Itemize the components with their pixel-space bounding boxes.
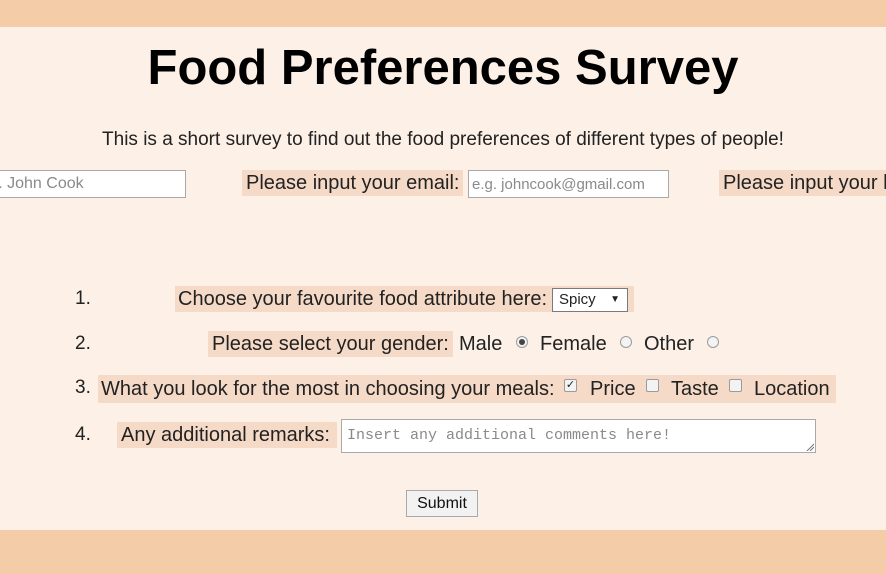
remarks-wrapper	[341, 419, 816, 453]
submit-button[interactable]: Submit	[406, 490, 478, 517]
food-attribute-select[interactable]: Spicy ▼	[552, 288, 628, 312]
checkbox-taste[interactable]	[646, 379, 659, 392]
third-field-label: Please input your h	[719, 170, 886, 196]
question-1-label: Choose your favourite food attribute her…	[178, 288, 548, 310]
email-label: Please input your email:	[242, 170, 464, 196]
gender-radio-male[interactable]	[516, 336, 528, 348]
question-4-label: Any additional remarks:	[117, 422, 337, 448]
meal-option-price-label: Price	[590, 378, 636, 400]
select-value: Spicy	[559, 291, 596, 308]
page-title: Food Preferences Survey	[147, 41, 739, 95]
checkmark-icon: ✓	[565, 379, 576, 391]
resize-grip-icon[interactable]	[806, 443, 814, 451]
meal-option-taste-label: Taste	[671, 378, 719, 400]
list-number-3: 3.	[75, 377, 91, 398]
question-3-label: What you look for the most in choosing y…	[101, 378, 555, 400]
meal-option-location-label: Location	[754, 378, 830, 400]
email-field[interactable]	[468, 170, 669, 198]
checkbox-price[interactable]: ✓	[564, 379, 577, 392]
gender-option-other-label: Other	[644, 333, 695, 355]
gender-radio-female[interactable]	[620, 336, 632, 348]
list-number-2: 2.	[75, 333, 91, 354]
gender-radio-other[interactable]	[707, 336, 719, 348]
chevron-down-icon: ▼	[610, 294, 620, 305]
checkbox-location[interactable]	[729, 379, 742, 392]
list-number-1: 1.	[75, 288, 91, 309]
survey-panel	[0, 27, 886, 530]
remarks-textarea[interactable]	[341, 419, 816, 453]
question-2-label: Please select your gender:	[208, 331, 453, 357]
gender-option-female-label: Female	[540, 333, 607, 355]
page-subtitle: This is a short survey to find out the f…	[102, 129, 784, 150]
name-field[interactable]	[0, 170, 186, 198]
gender-option-male-label: Male	[459, 333, 503, 355]
list-number-4: 4.	[75, 424, 91, 445]
